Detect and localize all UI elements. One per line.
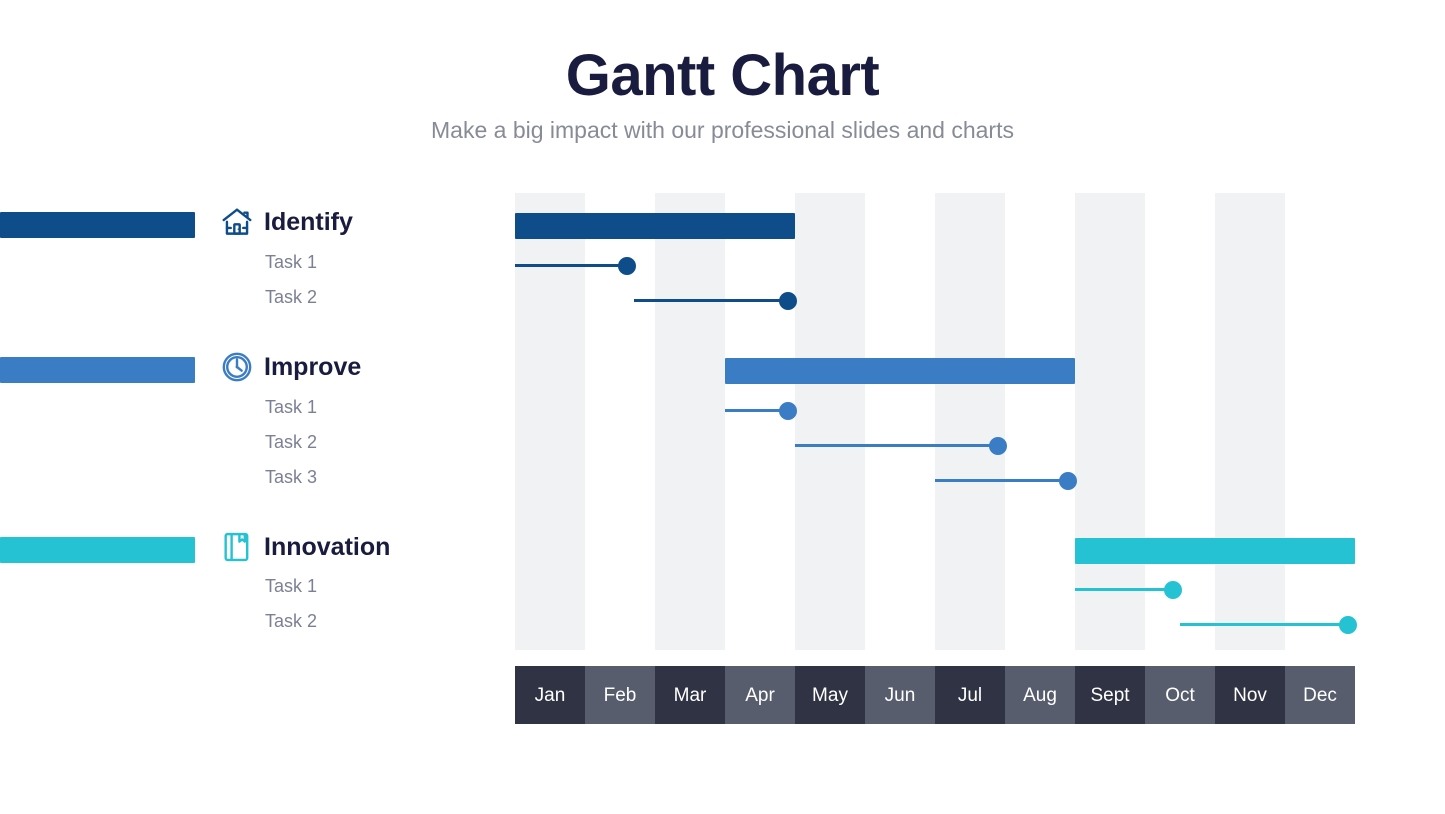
gantt-task-line[interactable] bbox=[515, 264, 627, 267]
legend-header-identify[interactable]: Identify bbox=[220, 205, 353, 239]
legend-color-bar-improve bbox=[0, 357, 195, 383]
gantt-phase-bar-identify[interactable] bbox=[515, 213, 795, 239]
legend-task-label[interactable]: Task 1 bbox=[265, 577, 317, 595]
gantt-chart: Jan Feb Mar Apr May Jun Jul Aug Sept Oct Nov Dec bbox=[515, 193, 1357, 728]
page-title: Gantt Chart bbox=[565, 43, 880, 108]
month-cell-sept[interactable]: Sept bbox=[1075, 666, 1145, 724]
legend-title-improve: Improve bbox=[264, 352, 362, 381]
gantt-task-line[interactable] bbox=[1075, 588, 1173, 591]
gantt-phase-bar-innovation[interactable] bbox=[1075, 538, 1355, 564]
legend-task-label[interactable]: Task 2 bbox=[265, 612, 317, 630]
month-cell-jun[interactable]: Jun bbox=[865, 666, 935, 724]
gantt-task-line[interactable] bbox=[634, 299, 788, 302]
legend-header-innovation[interactable]: Innovation bbox=[220, 530, 390, 564]
chart-plot-area bbox=[515, 193, 1357, 650]
legend-task-label[interactable]: Task 2 bbox=[265, 288, 317, 306]
legend-title-identify: Identify bbox=[264, 207, 353, 236]
gantt-task-milestone-dot[interactable] bbox=[1339, 615, 1357, 634]
gantt-task-line[interactable] bbox=[935, 479, 1068, 482]
legend-color-bar-identify bbox=[0, 212, 195, 238]
gantt-task-line[interactable] bbox=[795, 444, 998, 447]
legend-task-label[interactable]: Task 2 bbox=[265, 433, 317, 451]
gantt-task-milestone-dot[interactable] bbox=[1059, 471, 1077, 490]
page-subtitle: Make a big impact with our professional … bbox=[431, 116, 1014, 143]
month-cell-dec[interactable]: Dec bbox=[1285, 666, 1355, 724]
month-cell-jan[interactable]: Jan bbox=[515, 666, 585, 724]
gantt-task-milestone-dot[interactable] bbox=[779, 291, 797, 310]
gantt-phase-bar-improve[interactable] bbox=[725, 358, 1075, 384]
month-cell-mar[interactable]: Mar bbox=[655, 666, 725, 724]
legend-header-improve[interactable]: Improve bbox=[220, 350, 361, 384]
legend-task-label[interactable]: Task 3 bbox=[265, 468, 317, 486]
month-cell-jul[interactable]: Jul bbox=[935, 666, 1005, 724]
clock-icon bbox=[222, 352, 252, 382]
gantt-task-milestone-dot[interactable] bbox=[989, 436, 1007, 455]
page-header: Gantt Chart Make a big impact with our p… bbox=[0, 0, 1445, 145]
gantt-task-milestone-dot[interactable] bbox=[779, 401, 797, 420]
month-cell-aug[interactable]: Aug bbox=[1005, 666, 1075, 724]
house-icon bbox=[222, 208, 252, 235]
month-cell-feb[interactable]: Feb bbox=[585, 666, 655, 724]
legend-task-label[interactable]: Task 1 bbox=[265, 253, 317, 271]
month-cell-nov[interactable]: Nov bbox=[1215, 666, 1285, 724]
gantt-task-milestone-dot[interactable] bbox=[1164, 580, 1182, 599]
book-icon bbox=[224, 532, 249, 562]
legend-task-label[interactable]: Task 1 bbox=[265, 398, 317, 416]
legend-title-innovation: Innovation bbox=[264, 532, 391, 561]
legend-color-bar-innovation bbox=[0, 537, 195, 563]
gantt-task-milestone-dot[interactable] bbox=[618, 256, 636, 275]
month-axis: Jan Feb Mar Apr May Jun Jul Aug Sept Oct Nov Dec bbox=[515, 666, 1355, 724]
month-cell-apr[interactable]: Apr bbox=[725, 666, 795, 724]
month-cell-oct[interactable]: Oct bbox=[1145, 666, 1215, 724]
gantt-task-line[interactable] bbox=[1180, 623, 1348, 626]
phase-legend: Identify Task 1 Task 2 Improve Task 1 Task 2 T… bbox=[0, 193, 500, 653]
month-cell-may[interactable]: May bbox=[795, 666, 865, 724]
